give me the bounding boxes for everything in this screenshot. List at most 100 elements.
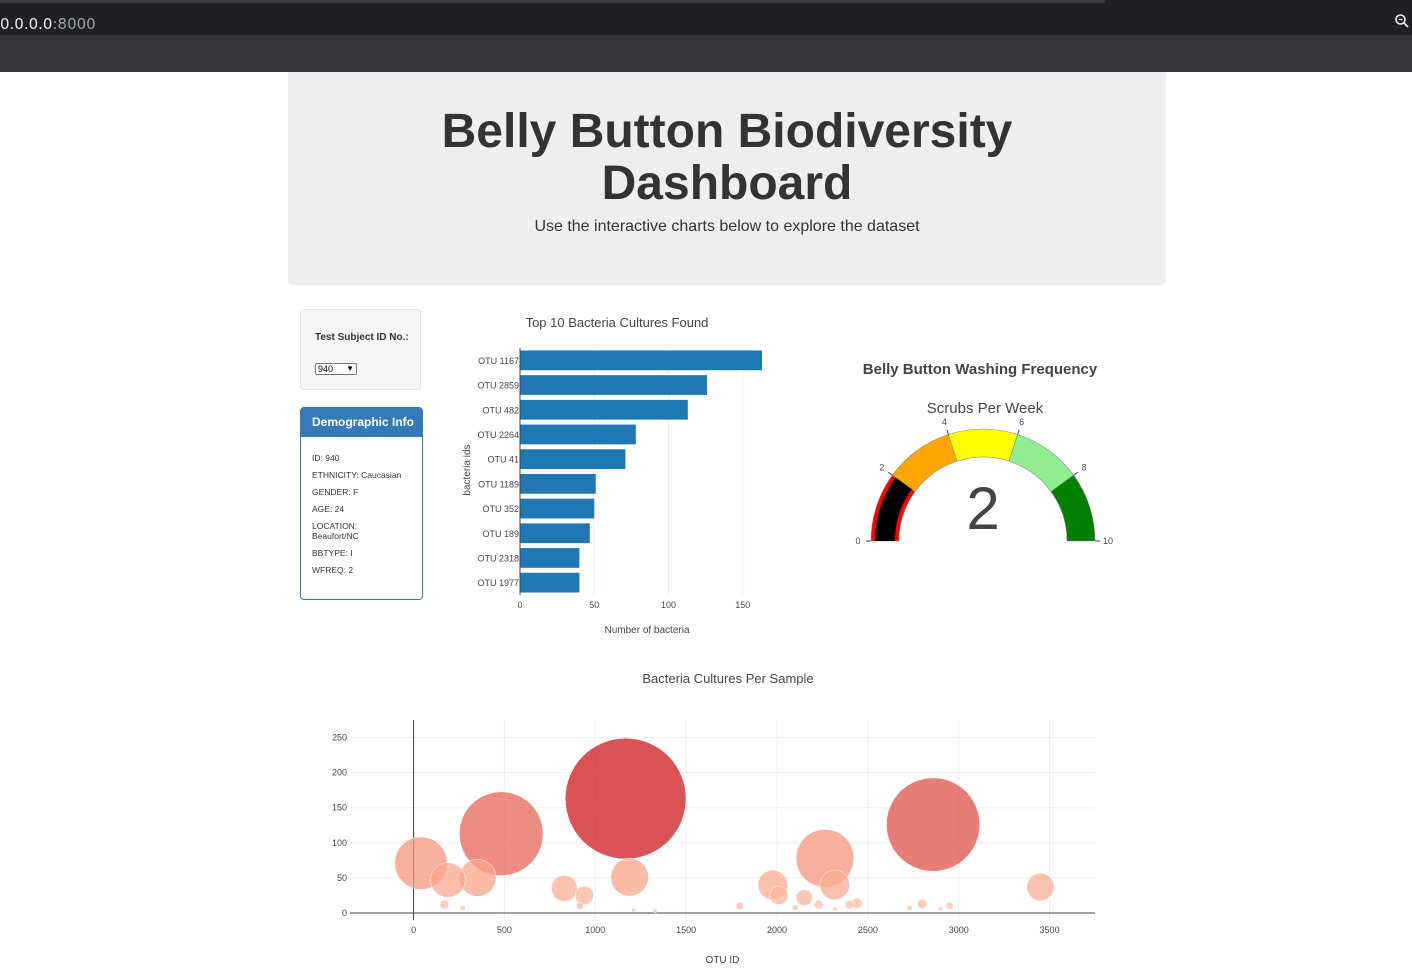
bar-mark xyxy=(520,350,763,371)
bar-mark xyxy=(520,572,580,593)
bar-y-tick-label: OTU 1977 xyxy=(477,578,519,588)
bubble-x-tick-label: 2500 xyxy=(858,925,878,935)
gauge-title: Belly Button Washing Frequency xyxy=(863,361,1098,378)
bar-x-tick-label: 100 xyxy=(661,600,676,610)
gauge-step-band xyxy=(948,428,1018,462)
bubble-point xyxy=(631,907,636,913)
bubble-point xyxy=(845,899,855,910)
bubble-y-tick-label: 150 xyxy=(332,803,347,813)
gauge-tick xyxy=(1073,471,1078,476)
bubble-point xyxy=(653,908,658,914)
gauge-tick xyxy=(946,429,949,435)
bubble-point xyxy=(459,905,466,911)
bubble-y-tick-label: 250 xyxy=(332,733,347,743)
demo-location: LOCATION: Beaufort/NC xyxy=(312,521,359,541)
bubble-point xyxy=(565,737,687,860)
bar-chart-title: Top 10 Bacteria Cultures Found xyxy=(526,315,709,330)
bubble-point xyxy=(938,906,944,912)
bubble-x-tick-label: 3000 xyxy=(949,925,969,935)
bubble-x-axis-title: OTU ID xyxy=(706,955,740,966)
bar-mark xyxy=(520,449,626,470)
subject-id-selected: 940 xyxy=(318,364,334,374)
chevron-down-icon: ▼ xyxy=(346,364,354,373)
bar-y-tick-label: OTU 352 xyxy=(482,504,519,514)
bar-y-tick-label: OTU 41 xyxy=(487,455,519,465)
bubble-point xyxy=(439,899,450,910)
magnifier-icon[interactable] xyxy=(1394,13,1410,29)
demo-ethnicity: ETHNICITY: Caucasian xyxy=(312,470,402,480)
header-jumbotron: Belly Button Biodiversity Dashboard Use t… xyxy=(288,72,1166,285)
page-title-line2: Dashboard xyxy=(601,157,853,210)
bubble-point xyxy=(574,885,594,905)
bubble-point xyxy=(735,902,744,910)
demo-age: AGE: 24 xyxy=(312,504,345,514)
bar-y-tick-label: OTU 482 xyxy=(482,405,519,415)
bubble-point xyxy=(886,777,981,872)
demographic-panel-body: ID: 940 ETHNICITY: Caucasian GENDER: F A… xyxy=(301,437,422,575)
bubble-point xyxy=(791,904,799,911)
url-port: :8000 xyxy=(52,15,96,33)
bar-y-tick-label: OTU 2318 xyxy=(477,553,519,563)
bubble-point xyxy=(819,869,850,900)
bar-y-tick-label: OTU 2264 xyxy=(477,430,519,440)
address-bar[interactable]: 0.0.0.0:8000 xyxy=(0,4,1412,35)
bar-x-tick-label: 50 xyxy=(589,600,599,610)
demo-id: ID: 940 xyxy=(312,453,340,463)
page-title-line1: Belly Button Biodiversity xyxy=(441,105,1013,158)
bubble-x-tick-label: 2000 xyxy=(767,925,787,935)
bubble-point xyxy=(769,885,789,905)
bar-mark xyxy=(520,424,636,445)
bubble-chart: 0 500 1000 1500 2000 2500 3000 3500 0 50 100 150 200… xyxy=(332,671,1095,966)
subject-id-dropdown[interactable]: 940 ▼ xyxy=(315,363,357,375)
demo-bbtype: BBTYPE: I xyxy=(312,548,353,558)
bubble-y-tick-label: 0 xyxy=(342,908,347,918)
gauge-tick-label: 4 xyxy=(942,417,947,427)
bar-x-tick-label: 150 xyxy=(735,600,750,610)
browser-toolbar: 0.0.0.0:8000 xyxy=(0,0,1412,72)
gauge-value-bar xyxy=(875,477,912,541)
bar-mark xyxy=(520,498,595,519)
bubble-point xyxy=(945,902,954,910)
bubble-x-tick-label: 1500 xyxy=(676,925,696,935)
demo-wfreq: WFREQ: 2 xyxy=(312,565,354,575)
bubble-point xyxy=(832,906,838,912)
demographic-panel: Demographic Info ID: 940 ETHNICITY: Cauc… xyxy=(300,407,423,600)
demographic-panel-heading: Demographic Info xyxy=(301,408,422,437)
bubble-point xyxy=(610,858,649,897)
bar-mark xyxy=(520,548,580,568)
bubble-point xyxy=(1026,873,1055,901)
top10-bar-chart: 0 50 100 150 OTU 1167 OTU 2859 OTU 482 OTU 2264… xyxy=(462,315,763,636)
url-host: 0.0.0.0 xyxy=(0,15,53,33)
washing-gauge-chart: Belly Button Washing Frequency Scrubs Per… xyxy=(855,361,1113,546)
bar-y-tick-label: OTU 189 xyxy=(482,529,519,539)
bubble-point xyxy=(430,862,466,898)
bubble-point xyxy=(906,905,913,911)
bar-mark xyxy=(520,473,596,494)
bubble-y-tick-label: 50 xyxy=(337,873,347,883)
bubble-x-tick-label: 500 xyxy=(497,925,512,935)
bar-y-tick-label: OTU 2859 xyxy=(477,381,519,391)
bubble-y-tick-label: 100 xyxy=(332,838,347,848)
gauge-subtitle: Scrubs Per Week xyxy=(927,400,1044,417)
bar-mark xyxy=(520,399,688,420)
gauge-tick-label: 8 xyxy=(1082,463,1087,473)
bubble-point xyxy=(575,902,584,910)
url-text[interactable]: 0.0.0.0:8000 xyxy=(0,15,96,33)
bar-x-tick-label: 0 xyxy=(517,600,522,610)
gauge-tick-label: 2 xyxy=(879,463,884,473)
bubble-point xyxy=(795,889,813,906)
bubble-point xyxy=(551,875,578,902)
page-subtitle: Use the interactive charts below to expl… xyxy=(534,218,920,235)
gauge-value-number: 2 xyxy=(966,475,999,542)
bubble-x-tick-label: 0 xyxy=(411,925,416,935)
bar-x-axis-title: Number of bacteria xyxy=(604,625,689,636)
gauge-tick-label: 6 xyxy=(1019,417,1024,427)
bar-y-tick-label: OTU 1189 xyxy=(478,479,519,489)
bubble-x-tick-label: 1000 xyxy=(585,925,605,935)
active-tab[interactable] xyxy=(0,0,1105,3)
bar-mark xyxy=(520,375,708,395)
demo-gender: GENDER: F xyxy=(312,487,359,497)
bar-y-tick-label: OTU 1167 xyxy=(478,356,519,366)
page-title: Belly Button Biodiversity Dashboard xyxy=(288,106,1166,210)
gauge-tick xyxy=(888,471,893,476)
